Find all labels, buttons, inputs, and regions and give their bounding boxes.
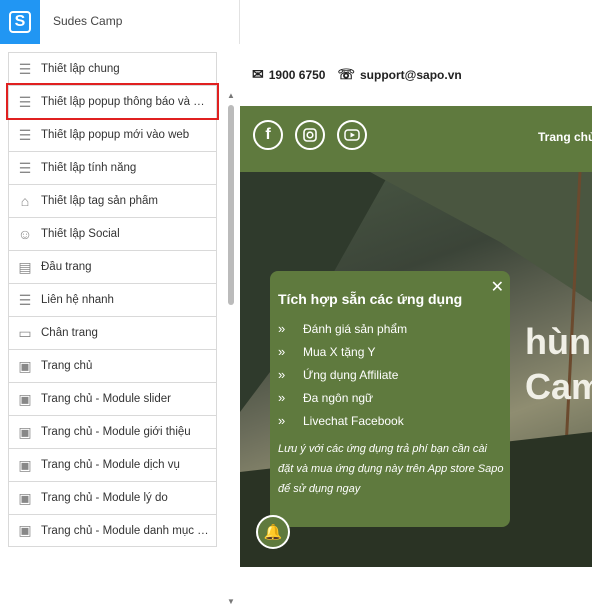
app-logo[interactable]: S [0, 0, 40, 44]
feature-label: Ứng dụng Affiliate [303, 367, 399, 382]
support-email[interactable]: support@sapo.vn [360, 68, 462, 82]
page-icon: ▣ [18, 357, 32, 374]
page-icon: ▣ [18, 522, 32, 538]
nav-home-link[interactable]: Trang chủ [538, 130, 592, 144]
page-icon: ▣ [18, 489, 32, 506]
settings-sliders-icon: ☰ [18, 60, 32, 77]
menu-item-label: Chân trang [41, 327, 98, 339]
sidebar-menu-item[interactable]: ☰ Thiết lập chung [8, 52, 217, 85]
double-chevron-icon: » [278, 321, 286, 336]
sidebar-scrollbar[interactable]: ▲ ▼ [226, 89, 236, 609]
contact-bar: ✉ 1900 6750 ☏ support@sapo.vn [252, 66, 462, 83]
tag-icon: ⌂ [20, 193, 30, 209]
double-chevron-icon: » [278, 413, 286, 428]
menu-item-label: Thiết lập popup mới vào web [41, 129, 190, 141]
menu-item-label: Trang chủ - Module slider [41, 393, 171, 405]
popup-title: Tích hợp sẵn các ứng dụng [278, 291, 463, 307]
settings-sliders-icon: ☰ [18, 126, 32, 143]
popup-list-item: » Đa ngôn ngữ [278, 390, 373, 405]
hero-line: Camp [525, 366, 592, 407]
page-icon: ▣ [18, 390, 32, 407]
popup-list-item: » Mua X tặng Y [278, 344, 376, 359]
popup-list-item: » Ứng dụng Affiliate [278, 367, 398, 382]
sidebar-menu-item[interactable]: ▣ Trang chủ [8, 349, 217, 382]
hero-line: hùng c [525, 321, 592, 362]
facebook-icon[interactable]: f [253, 120, 283, 150]
sidebar-menu-item[interactable]: ▣ Trang chủ - Module giới thiệu [8, 415, 217, 448]
scroll-down-icon[interactable]: ▼ [227, 597, 235, 606]
menu-item-label: Trang chủ - Module danh mục … [41, 524, 209, 537]
sidebar-menu-item[interactable]: ▤ Đầu trang [8, 250, 217, 283]
sidebar-menu-item[interactable]: ▣ Trang chủ - Module dịch vụ [8, 448, 217, 481]
sidebar-menu-item[interactable]: ▣ Trang chủ - Module danh mục … [8, 514, 217, 547]
feature-label: Livechat Facebook [303, 413, 404, 428]
menu-item-label: Thiết lập Social [41, 228, 120, 240]
feature-label: Mua X tặng Y [303, 344, 376, 359]
settings-menu: ☰ Thiết lập chung ☰ Thiết lập popup thông b… [6, 52, 219, 547]
menu-item-label: Trang chủ - Module lý do [41, 492, 168, 504]
mail-icon: ✉ [252, 66, 264, 82]
menu-item-label: Trang chủ - Module dịch vụ [41, 459, 180, 471]
sidebar-menu-item[interactable]: ▣ Trang chủ - Module slider [8, 382, 217, 415]
app-integration-popup: ✕ Tích hợp sẵn các ứng dụng » Đánh giá sả… [270, 271, 510, 527]
youtube-icon[interactable] [337, 120, 367, 150]
settings-sliders-icon: ☰ [18, 93, 32, 110]
sidebar-menu-item[interactable]: ☰ Thiết lập popup mới vào web [8, 118, 217, 151]
hero-heading: hùng c Camp [525, 319, 592, 409]
popup-list-item: » Livechat Facebook [278, 413, 404, 428]
header-layout-icon: ▤ [18, 258, 32, 275]
menu-item-label: Liên hệ nhanh [41, 294, 114, 306]
scrollbar-thumb[interactable] [228, 105, 234, 305]
top-bar: S Sudes Camp [0, 0, 592, 44]
double-chevron-icon: » [278, 367, 286, 382]
sidebar-menu-item[interactable]: ▣ Trang chủ - Module lý do [8, 481, 217, 514]
footer-layout-icon: ▭ [18, 324, 32, 341]
popup-list-item: » Đánh giá sản phẩm [278, 321, 407, 336]
phone-icon: ☏ [337, 66, 355, 82]
sidebar-menu-item[interactable]: ☰ Liên hệ nhanh [8, 283, 217, 316]
double-chevron-icon: » [278, 344, 286, 359]
logo-letter: S [9, 11, 31, 33]
sidebar-menu-item[interactable]: ▭ Chân trang [8, 316, 217, 349]
social-icon: ☺ [17, 226, 33, 242]
sidebar-menu-item[interactable]: ⌂ Thiết lập tag sản phẩm [8, 184, 217, 217]
page-icon: ▣ [18, 456, 32, 473]
menu-item-label: Thiết lập tag sản phẩm [41, 195, 158, 207]
menu-item-label: Đầu trang [41, 261, 92, 273]
settings-sliders-icon: ☰ [18, 291, 32, 308]
menu-item-label: Trang chủ [41, 360, 93, 372]
scroll-up-icon[interactable]: ▲ [227, 91, 235, 100]
feature-label: Đánh giá sản phẩm [303, 321, 408, 336]
sidebar-menu-item[interactable]: ☺ Thiết lập Social [8, 217, 217, 250]
sidebar: ☰ Thiết lập chung ☰ Thiết lập popup thông b… [0, 44, 240, 606]
sidebar-menu-item[interactable]: ☰ Thiết lập tính năng [8, 151, 217, 184]
menu-item-label: Thiết lập tính năng [41, 162, 137, 174]
settings-sliders-icon: ☰ [18, 159, 32, 176]
theme-preview: ✉ 1900 6750 ☏ support@sapo.vn f Trang ch… [240, 44, 592, 567]
menu-item-label: Trang chủ - Module giới thiệu [41, 426, 191, 438]
popup-note: Lưu ý với các ứng dụng trả phí bạn cần c… [278, 443, 504, 495]
menu-item-label: Thiết lập chung [41, 63, 120, 75]
app-title: Sudes Camp [53, 14, 123, 28]
sidebar-menu-item[interactable]: ☰ Thiết lập popup thông báo và … [6, 83, 219, 120]
double-chevron-icon: » [278, 390, 286, 405]
instagram-icon[interactable] [295, 120, 325, 150]
page-icon: ▣ [18, 423, 32, 440]
feature-label: Đa ngôn ngữ [303, 390, 374, 405]
close-icon[interactable]: ✕ [491, 277, 504, 297]
notification-bell-icon[interactable]: 🔔 [256, 515, 290, 549]
menu-item-label: Thiết lập popup thông báo và … [41, 96, 205, 108]
phone-number[interactable]: 1900 6750 [269, 68, 326, 82]
